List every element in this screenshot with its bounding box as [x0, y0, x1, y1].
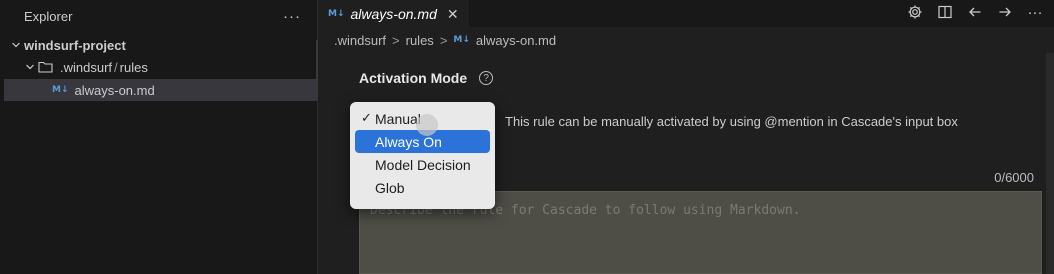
editor-actions: ···: [906, 3, 1044, 21]
breadcrumb-separator: >: [392, 32, 400, 48]
breadcrumb-item-file[interactable]: always-on.md: [476, 33, 556, 48]
option-glob[interactable]: Glob: [355, 176, 490, 199]
breadcrumb: .windsurf > rules > M↓ always-on.md: [318, 27, 1054, 53]
forward-arrow-icon[interactable]: [996, 3, 1014, 21]
option-label: Always On: [375, 133, 442, 150]
mouse-cursor-indicator: [416, 114, 438, 136]
gear-icon[interactable]: [906, 3, 924, 21]
checkmark-icon: ✓: [361, 110, 372, 125]
activation-mode-heading: Activation Mode ?: [359, 70, 494, 86]
folder-icon: [38, 61, 56, 73]
tree-item-folder[interactable]: .windsurf / rules: [0, 56, 317, 78]
option-label: Manual: [375, 110, 421, 127]
tree-item-file[interactable]: M↓ always-on.md: [4, 79, 317, 101]
tab-label: always-on.md: [350, 6, 437, 22]
activation-description: This rule can be manually activated by u…: [505, 114, 958, 129]
activation-mode-label: Activation Mode: [359, 70, 468, 86]
explorer-header: Explorer ···: [0, 0, 317, 32]
more-icon[interactable]: ···: [1026, 3, 1044, 21]
back-arrow-icon[interactable]: [966, 3, 984, 21]
markdown-icon: M↓: [453, 35, 470, 45]
option-label: Glob: [375, 179, 405, 196]
tree-item-folder-label: .windsurf / rules: [60, 59, 148, 75]
chevron-down-icon: [8, 40, 24, 50]
editor-scrollbar[interactable]: [1046, 53, 1054, 274]
tree-item-root-label: windsurf-project: [24, 37, 126, 53]
breadcrumb-item-rules[interactable]: rules: [406, 33, 434, 48]
breadcrumb-item-windsurf[interactable]: .windsurf: [334, 33, 386, 48]
breadcrumb-separator: >: [439, 32, 448, 48]
tree-item-file-label: always-on.md: [74, 82, 155, 98]
character-counter: 0/6000: [994, 170, 1034, 185]
option-label: Model Decision: [375, 156, 471, 173]
explorer-title: Explorer: [24, 8, 73, 24]
tab-always-on[interactable]: M↓ always-on.md ✕: [318, 0, 469, 27]
close-icon[interactable]: ✕: [447, 6, 459, 23]
explorer-sidebar: Explorer ··· windsurf-project .windsurf /…: [0, 0, 318, 274]
option-model-decision[interactable]: Model Decision: [355, 153, 490, 176]
tree-item-root[interactable]: windsurf-project: [0, 34, 317, 56]
chevron-down-icon: [22, 62, 38, 72]
more-icon[interactable]: ···: [283, 8, 301, 25]
help-icon[interactable]: ?: [479, 71, 494, 85]
markdown-icon: M↓: [328, 9, 345, 19]
markdown-icon: M↓: [52, 85, 69, 95]
tab-bar: M↓ always-on.md ✕ ···: [318, 0, 1054, 27]
split-editor-icon[interactable]: [936, 3, 954, 21]
